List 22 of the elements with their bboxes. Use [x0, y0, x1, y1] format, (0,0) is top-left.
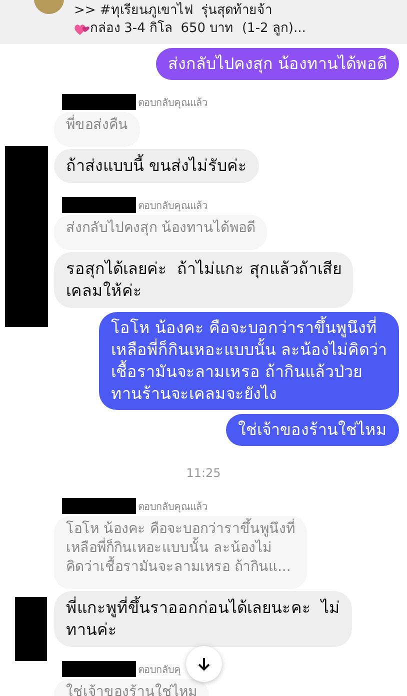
down-arrow-icon [196, 656, 212, 672]
reply-label: ตอบกลับคุณแล้ว [138, 500, 208, 514]
reply-label: ตอบกลับคุณแล้ว [138, 96, 208, 110]
timestamp: 11:25 [186, 466, 221, 480]
quoted-message: ใช่เจ้าของร้านใช่ไหม [54, 679, 209, 696]
pinned-text: กล่อง 3-4 กิโล 650 บาท (1-2 ลูก)... [90, 20, 306, 38]
sent-message: โอโห น้องคะ คือจะบอกว่าราขึ้นพูนึงที่ เหลือพี่ก็กินเหอะแบบนั้น ละน้องไม่คิดว่า เชื้อรามันจะลามเหรอ ถ้ากินแล้วป่วย ทานร้านจะเคลมจะยังไง [98, 312, 399, 410]
pinned-text: >> #ทุเรียนภูเขาไฟ รุ่นสุดท้ายจ้า [74, 2, 274, 20]
received-message: พี่แกะพูที่ขึ้นราออกก่อนได้เลยนะคะ ไม่ ทานค่ะ [54, 591, 352, 647]
received-message: ถ้าส่งแบบนี้ ขนส่งไม่รับค่ะ [54, 149, 260, 183]
hearts-icon [74, 22, 90, 36]
quoted-message: ส่งกลับไปคงสุก น้องทานได้พอดี [54, 215, 268, 250]
redaction-block [15, 597, 47, 661]
sent-message: ส่งกลับไปคงสุก น้องทานได้พอดี [156, 48, 399, 80]
reply-label: ตอบกลับคุณแล้ว [138, 200, 208, 212]
pinned-message-bar[interactable]: >> #ทุเรียนภูเขาไฟ รุ่นสุดท้ายจ้า กล่อง 3-4 กิโล 650 บาท (1-2 ลูก)... [0, 0, 407, 44]
reply-label: ตอบกลับคุ [138, 664, 181, 676]
quoted-message: พี่ขอส่งคืน [54, 112, 140, 147]
quoted-message: โอโห น้องคะ คือจะบอกว่าราขึ้นพูนึงที่ เหลือพี่ก็กินเหอะแบบนั้น ละน้องไม่ คิดว่าเชื้อรามันจะลามเหรอ ถ้ากินแ... [54, 516, 307, 589]
sent-message: ใช่เจ้าของร้านใช่ไหม [226, 414, 399, 446]
received-message: รอสุกได้เลยค่ะ ถ้าไม่แกะ สุกแล้วถ้าเสีย เคลมให้ค่ะ [54, 252, 354, 308]
scroll-down-button[interactable] [186, 646, 222, 682]
